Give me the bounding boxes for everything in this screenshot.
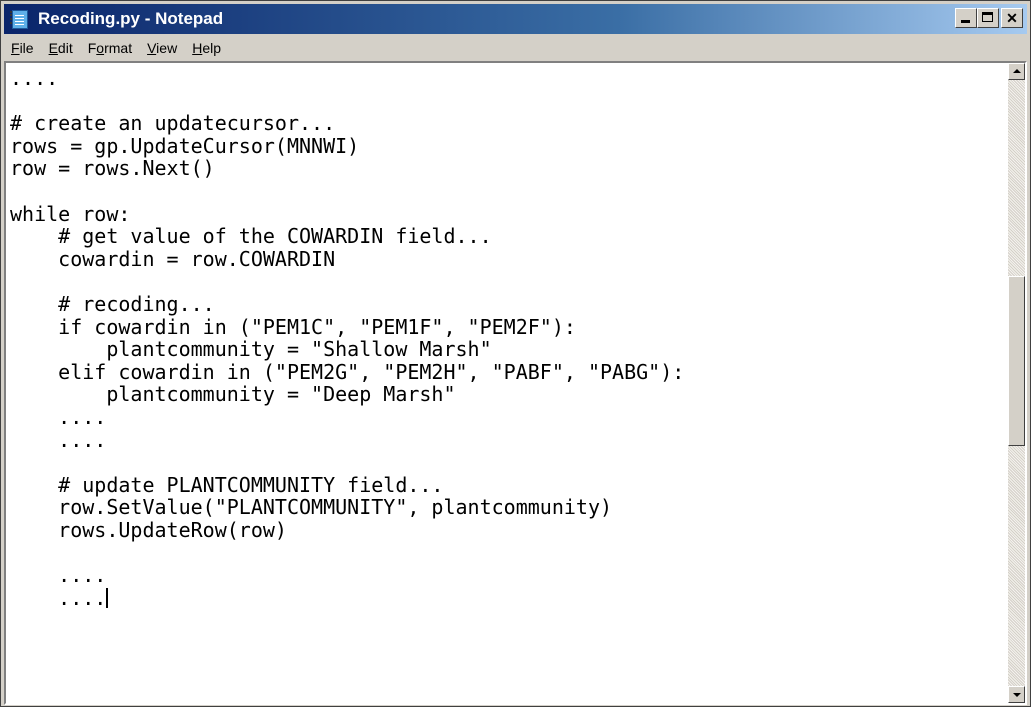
window-title: Recoding.py - Notepad — [38, 9, 224, 28]
minimize-button[interactable] — [955, 8, 977, 28]
minimize-icon — [961, 20, 970, 23]
scroll-thumb[interactable] — [1008, 276, 1025, 447]
maximize-icon — [982, 12, 993, 22]
notepad-icon[interactable] — [10, 9, 30, 29]
menu-bar: File Edit Format View Help — [4, 36, 1027, 60]
text-editor[interactable]: .... # create an updatecursor... rows = … — [6, 63, 1008, 703]
close-button[interactable]: ✕ — [1001, 8, 1023, 28]
editor-frame: .... # create an updatecursor... rows = … — [4, 61, 1027, 705]
title-bar[interactable]: Recoding.py - Notepad ✕ — [4, 4, 1027, 34]
vertical-scrollbar[interactable] — [1008, 63, 1025, 703]
menu-view[interactable]: View — [140, 40, 185, 56]
close-icon: ✕ — [1006, 10, 1018, 26]
maximize-button[interactable] — [977, 8, 999, 28]
arrow-down-icon — [1013, 693, 1021, 697]
notepad-window: Recoding.py - Notepad ✕ File Edit Format… — [0, 0, 1031, 707]
code-text[interactable]: .... # create an updatecursor... rows = … — [6, 63, 1008, 609]
arrow-up-icon — [1013, 69, 1021, 73]
text-cursor — [106, 587, 109, 608]
menu-file[interactable]: File — [4, 40, 42, 56]
scroll-down-button[interactable] — [1008, 686, 1025, 703]
scroll-up-button[interactable] — [1008, 63, 1025, 80]
menu-edit[interactable]: Edit — [42, 40, 81, 56]
menu-format[interactable]: Format — [81, 40, 140, 56]
menu-help[interactable]: Help — [185, 40, 229, 56]
